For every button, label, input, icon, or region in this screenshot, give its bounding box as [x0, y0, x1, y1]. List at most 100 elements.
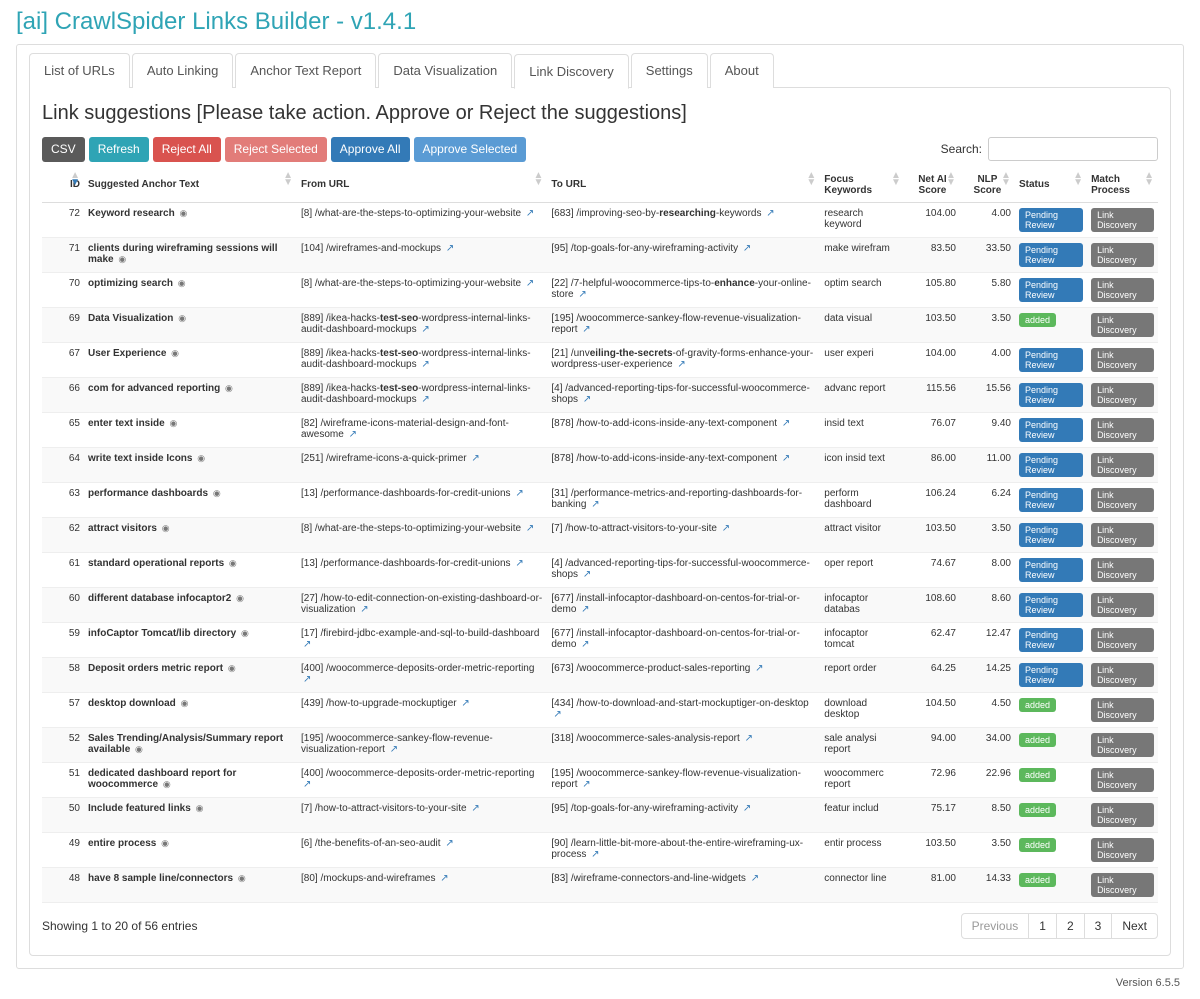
preview-icon[interactable]: ◉	[236, 593, 244, 603]
status-badge[interactable]: Pending Review	[1019, 628, 1083, 652]
open-link-icon[interactable]: ↗	[591, 849, 599, 860]
open-link-icon[interactable]: ↗	[782, 453, 790, 464]
open-link-icon[interactable]: ↗	[581, 639, 589, 650]
open-link-icon[interactable]: ↗	[471, 453, 479, 464]
open-link-icon[interactable]: ↗	[303, 674, 311, 685]
preview-icon[interactable]: ◉	[135, 744, 143, 754]
table-row[interactable]: 62attract visitors ◉[8] /what-are-the-st…	[42, 517, 1158, 552]
open-link-icon[interactable]: ↗	[445, 838, 453, 849]
status-badge[interactable]: Pending Review	[1019, 453, 1083, 477]
preview-icon[interactable]: ◉	[196, 803, 204, 813]
table-row[interactable]: 72Keyword research ◉[8] /what-are-the-st…	[42, 202, 1158, 237]
status-badge[interactable]: Pending Review	[1019, 383, 1083, 407]
preview-icon[interactable]: ◉	[229, 558, 237, 568]
open-link-icon[interactable]: ↗	[446, 243, 454, 254]
table-row[interactable]: 48have 8 sample line/connectors ◉[80] /m…	[42, 867, 1158, 902]
status-badge[interactable]: added	[1019, 838, 1056, 852]
col-net-ai-score[interactable]: Net AI Score▲▼	[905, 168, 960, 203]
col-match-process[interactable]: Match Process▲▼	[1087, 168, 1158, 203]
tab-link-discovery[interactable]: Link Discovery	[514, 54, 629, 89]
status-badge[interactable]: Pending Review	[1019, 593, 1083, 617]
open-link-icon[interactable]: ↗	[421, 359, 429, 370]
status-badge[interactable]: added	[1019, 313, 1056, 327]
status-badge[interactable]: Pending Review	[1019, 208, 1083, 232]
open-link-icon[interactable]: ↗	[583, 394, 591, 405]
table-row[interactable]: 69Data Visualization ◉[889] /ikea-hacks-…	[42, 307, 1158, 342]
col-from-url[interactable]: From URL▲▼	[297, 168, 547, 203]
open-link-icon[interactable]: ↗	[471, 803, 479, 814]
status-badge[interactable]: added	[1019, 873, 1056, 887]
col-nlp-score[interactable]: NLP Score▲▼	[960, 168, 1015, 203]
pager-page[interactable]: 1	[1028, 913, 1057, 939]
open-link-icon[interactable]: ↗	[303, 779, 311, 790]
open-link-icon[interactable]: ↗	[349, 429, 357, 440]
search-input[interactable]	[988, 137, 1158, 161]
table-row[interactable]: 50Include featured links ◉[7] /how-to-at…	[42, 797, 1158, 832]
preview-icon[interactable]: ◉	[180, 208, 188, 218]
open-link-icon[interactable]: ↗	[591, 499, 599, 510]
preview-icon[interactable]: ◉	[238, 873, 246, 883]
open-link-icon[interactable]: ↗	[582, 779, 590, 790]
open-link-icon[interactable]: ↗	[583, 569, 591, 580]
status-badge[interactable]: Pending Review	[1019, 488, 1083, 512]
open-link-icon[interactable]: ↗	[526, 523, 534, 534]
tab-settings[interactable]: Settings	[631, 53, 708, 88]
open-link-icon[interactable]: ↗	[766, 208, 774, 219]
open-link-icon[interactable]: ↗	[461, 698, 469, 709]
open-link-icon[interactable]: ↗	[755, 663, 763, 674]
open-link-icon[interactable]: ↗	[743, 243, 751, 254]
col-id[interactable]: ID▲▼	[42, 168, 84, 203]
table-row[interactable]: 63performance dashboards ◉[13] /performa…	[42, 482, 1158, 517]
preview-icon[interactable]: ◉	[213, 488, 221, 498]
table-row[interactable]: 71clients during wireframing sessions wi…	[42, 237, 1158, 272]
table-row[interactable]: 49entire process ◉[6] /the-benefits-of-a…	[42, 832, 1158, 867]
reject-selected-button[interactable]: Reject Selected	[225, 137, 327, 162]
status-badge[interactable]: Pending Review	[1019, 418, 1083, 442]
table-row[interactable]: 64write text inside Icons ◉[251] /wirefr…	[42, 447, 1158, 482]
table-row[interactable]: 61standard operational reports ◉[13] /pe…	[42, 552, 1158, 587]
table-row[interactable]: 60different database infocaptor2 ◉[27] /…	[42, 587, 1158, 622]
table-row[interactable]: 59infoCaptor Tomcat/lib directory ◉[17] …	[42, 622, 1158, 657]
table-row[interactable]: 70optimizing search ◉[8] /what-are-the-s…	[42, 272, 1158, 307]
tab-auto-linking[interactable]: Auto Linking	[132, 53, 234, 88]
open-link-icon[interactable]: ↗	[582, 324, 590, 335]
pager-next[interactable]: Next	[1111, 913, 1158, 939]
preview-icon[interactable]: ◉	[178, 278, 186, 288]
open-link-icon[interactable]: ↗	[421, 324, 429, 335]
open-link-icon[interactable]: ↗	[782, 418, 790, 429]
tab-about[interactable]: About	[710, 53, 774, 88]
pager-page[interactable]: 3	[1084, 913, 1113, 939]
table-row[interactable]: 51dedicated dashboard report for woocomm…	[42, 762, 1158, 797]
preview-icon[interactable]: ◉	[178, 313, 186, 323]
table-row[interactable]: 66com for advanced reporting ◉[889] /ike…	[42, 377, 1158, 412]
preview-icon[interactable]: ◉	[241, 628, 249, 638]
status-badge[interactable]: Pending Review	[1019, 243, 1083, 267]
col-focus-keywords[interactable]: Focus Keywords▲▼	[820, 168, 905, 203]
status-badge[interactable]: Pending Review	[1019, 558, 1083, 582]
col-status[interactable]: Status▲▼	[1015, 168, 1087, 203]
table-row[interactable]: 52Sales Trending/Analysis/Summary report…	[42, 727, 1158, 762]
preview-icon[interactable]: ◉	[163, 779, 171, 789]
preview-icon[interactable]: ◉	[161, 838, 169, 848]
preview-icon[interactable]: ◉	[162, 523, 170, 533]
open-link-icon[interactable]: ↗	[743, 803, 751, 814]
open-link-icon[interactable]: ↗	[360, 604, 368, 615]
preview-icon[interactable]: ◉	[118, 254, 126, 264]
approve-all-button[interactable]: Approve All	[331, 137, 410, 162]
open-link-icon[interactable]: ↗	[677, 359, 685, 370]
open-link-icon[interactable]: ↗	[515, 558, 523, 569]
status-badge[interactable]: added	[1019, 698, 1056, 712]
preview-icon[interactable]: ◉	[171, 348, 179, 358]
open-link-icon[interactable]: ↗	[722, 523, 730, 534]
table-row[interactable]: 67User Experience ◉[889] /ikea-hacks-tes…	[42, 342, 1158, 377]
status-badge[interactable]: added	[1019, 803, 1056, 817]
preview-icon[interactable]: ◉	[228, 663, 236, 673]
refresh-button[interactable]: Refresh	[89, 137, 149, 162]
status-badge[interactable]: Pending Review	[1019, 278, 1083, 302]
col-to-url[interactable]: To URL▲▼	[547, 168, 820, 203]
status-badge[interactable]: Pending Review	[1019, 348, 1083, 372]
tab-data-visualization[interactable]: Data Visualization	[378, 53, 512, 88]
open-link-icon[interactable]: ↗	[515, 488, 523, 499]
open-link-icon[interactable]: ↗	[390, 744, 398, 755]
preview-icon[interactable]: ◉	[225, 383, 233, 393]
